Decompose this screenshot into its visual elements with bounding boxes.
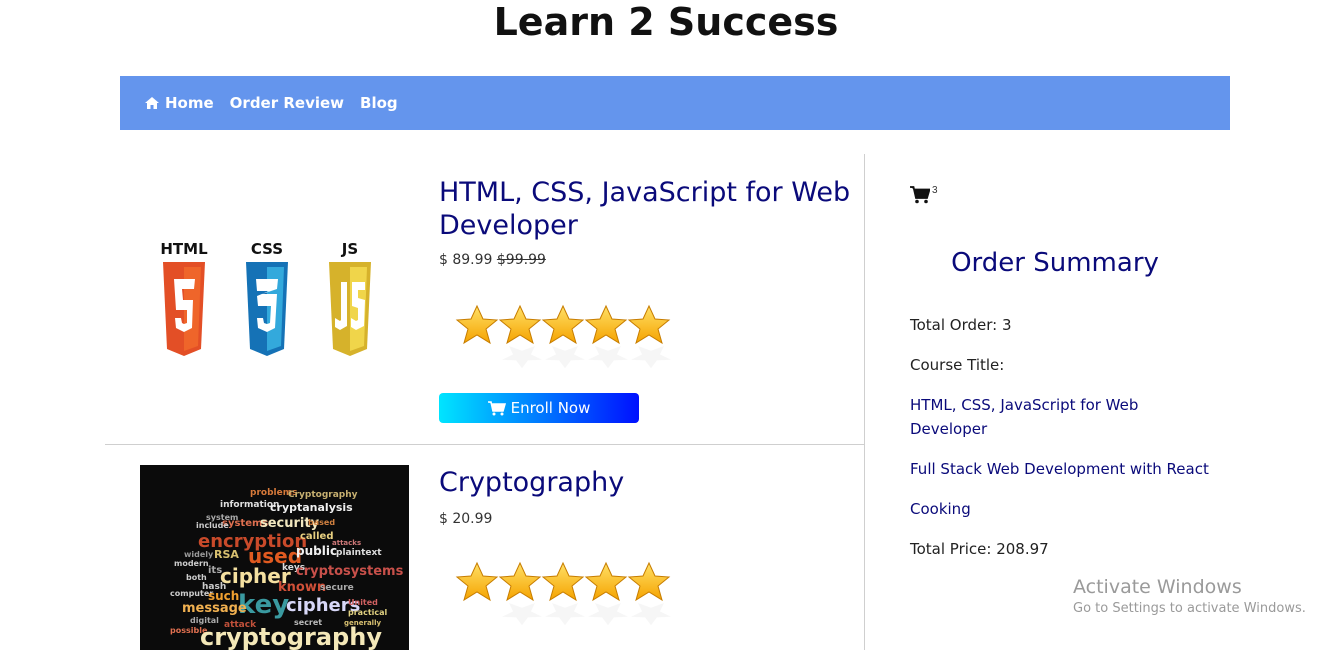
svg-text:CSS: CSS (251, 240, 283, 258)
cart-button[interactable] (910, 186, 931, 209)
svg-text:secure: secure (320, 583, 354, 593)
navbar: Home Order Review Blog (120, 76, 1230, 130)
enroll-now-button[interactable]: Enroll Now (439, 393, 639, 423)
nav-blog[interactable]: Blog (360, 94, 398, 112)
old-price: $99.99 (496, 252, 546, 268)
rating-stars (455, 304, 671, 369)
summary-item: HTML, CSS, JavaScript for Web Developer (910, 396, 1139, 438)
svg-text:Cryptography: Cryptography (288, 490, 358, 500)
svg-text:RSA: RSA (214, 548, 239, 561)
summary-item: Cooking (910, 500, 971, 518)
svg-text:cryptanalysis: cryptanalysis (270, 501, 353, 514)
course-title: Cryptography (439, 467, 625, 498)
star-icon (541, 304, 585, 345)
order-summary-title: Order Summary (951, 248, 1159, 278)
course-card: HTML CSS JS HTML, CSS, JavaScript for We… (105, 154, 864, 444)
enroll-now-label: Enroll Now (510, 399, 591, 417)
star-icon (627, 561, 671, 602)
star-icon (455, 561, 499, 602)
nav-home-label: Home (165, 94, 214, 112)
course-title: HTML, CSS, JavaScript for Web Developer (439, 177, 851, 241)
svg-text:practical: practical (348, 608, 388, 617)
home-icon (145, 97, 159, 109)
course-title-label: Course Title: (910, 356, 1005, 374)
svg-text:plaintext: plaintext (336, 548, 382, 558)
nav-home[interactable]: Home (144, 94, 214, 112)
svg-text:attacks: attacks (332, 539, 361, 547)
course-price: $ 20.99 (439, 511, 492, 527)
svg-text:include: include (196, 521, 229, 530)
star-icon (455, 304, 499, 345)
cart-icon (487, 400, 506, 415)
svg-text:widely: widely (184, 550, 214, 559)
course-price: $ 89.99 $99.99 (439, 252, 546, 268)
course-card: problems Cryptography information crypta… (105, 445, 864, 650)
star-icon (498, 304, 542, 345)
summary-item: Full Stack Web Development with React (910, 460, 1209, 478)
svg-text:computer: computer (170, 589, 213, 598)
svg-text:cryptography: cryptography (200, 623, 382, 650)
star-icon (498, 561, 542, 602)
cryptography-word-cloud-image: problems Cryptography information crypta… (140, 465, 409, 650)
cart-icon (910, 186, 931, 204)
cart-count-badge: 3 (932, 185, 938, 196)
svg-text:cryptosystems: cryptosystems (296, 564, 404, 579)
html-css-js-logos: HTML CSS JS (160, 240, 371, 356)
svg-text:both: both (186, 573, 207, 582)
rating-stars (455, 561, 671, 626)
current-price: $ 20.99 (439, 511, 493, 527)
current-price: $ 89.99 (439, 252, 493, 268)
svg-text:message: message (182, 601, 247, 616)
svg-text:JS: JS (341, 240, 358, 258)
windows-activation-title: Activate Windows (1073, 576, 1242, 598)
nav-order-review[interactable]: Order Review (230, 94, 344, 112)
svg-text:public: public (296, 544, 337, 558)
star-icon (541, 561, 585, 602)
star-icon (584, 561, 628, 602)
svg-text:based: based (308, 518, 335, 527)
star-icon (584, 304, 628, 345)
svg-text:United: United (348, 598, 378, 607)
total-price: Total Price: 208.97 (910, 540, 1049, 558)
svg-text:called: called (300, 531, 333, 542)
svg-text:modern: modern (174, 559, 209, 568)
site-title: Learn 2 Success (493, 0, 839, 44)
total-order: Total Order: 3 (910, 316, 1012, 334)
svg-text:HTML: HTML (160, 240, 208, 258)
windows-activation-subtitle: Go to Settings to activate Windows. (1073, 601, 1306, 616)
star-icon (627, 304, 671, 345)
